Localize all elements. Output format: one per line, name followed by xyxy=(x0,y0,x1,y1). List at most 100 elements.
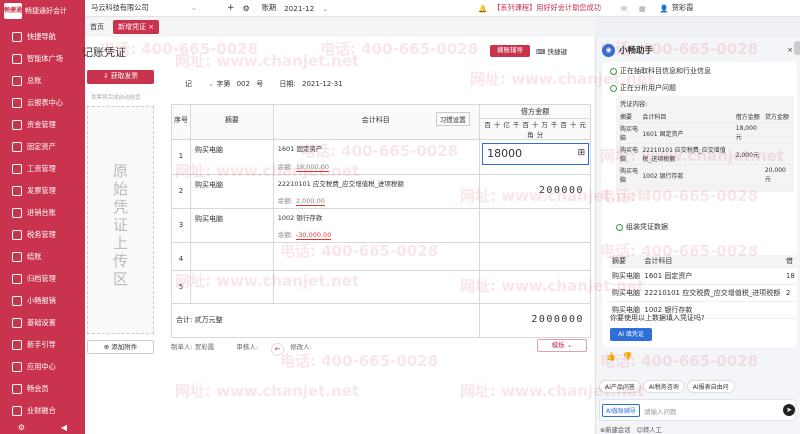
chip-button[interactable]: AI产品问答 xyxy=(599,380,641,393)
mini-cell xyxy=(762,122,792,144)
sidebar-item-12[interactable]: 小畅报销 xyxy=(0,290,85,312)
human-agent-label: 转人工 xyxy=(643,427,662,434)
thumbs-up-icon[interactable]: 👍 xyxy=(606,352,616,361)
sidebar-item-14[interactable]: 新手引导 xyxy=(0,334,85,356)
sidebar-item-11[interactable]: 归档管理 xyxy=(0,268,85,290)
voucher-number[interactable]: 002 xyxy=(237,80,250,88)
sidebar: 畅捷通 畅捷通好会计 快捷导航 智能体广场 总账 云报表中心 资金管理 固定资产 工资管理 发票… xyxy=(0,0,85,434)
user-name[interactable]: 贺彩霞 xyxy=(672,3,694,13)
promo-link[interactable]: 【系列课程】用好好会计助您成功 xyxy=(493,3,601,13)
mini-cell: 20,000元 xyxy=(762,164,792,186)
gear-icon[interactable]: ⚙ xyxy=(243,4,250,13)
fetch-invoice-button[interactable]: ⇩ 获取发票 xyxy=(87,70,154,84)
row-account[interactable]: 1601 固定资产 余额: 18,000.00 xyxy=(272,139,481,175)
debit-value: 200000 xyxy=(538,185,584,196)
upload-area[interactable]: 原始凭证上传区 xyxy=(87,106,154,334)
row-seq: 1 xyxy=(171,139,191,175)
collapse-icon[interactable]: ◀ xyxy=(61,423,67,432)
habit-settings-button[interactable]: 习惯设置 xyxy=(435,112,470,126)
chevron-down-icon[interactable]: ⌄ xyxy=(208,80,214,88)
add-icon[interactable]: + xyxy=(227,3,235,13)
chip-button[interactable]: AI报表自由问 xyxy=(686,380,735,393)
new-chat-button[interactable]: ⊕新建会话 xyxy=(600,427,630,434)
company-select[interactable]: 马云科技有限公司 ⌄ xyxy=(91,3,209,13)
row-summary[interactable]: 购买电脑 xyxy=(189,208,274,243)
chat-input[interactable]: 请输入问题 xyxy=(644,406,677,416)
close-icon[interactable]: × xyxy=(148,23,154,31)
row-account[interactable] xyxy=(272,270,481,304)
mini-cell: 18,000元 xyxy=(733,122,763,144)
row-summary[interactable]: 购买电脑 xyxy=(189,174,274,209)
row-debit[interactable] xyxy=(479,208,591,243)
template-button[interactable]: 模板 ⌄ xyxy=(537,339,587,352)
date-input[interactable]: 2021-12-31 xyxy=(302,80,343,88)
message-icon[interactable]: ✉ xyxy=(621,4,627,13)
settings-icon[interactable]: ⚙ xyxy=(18,423,25,432)
row-debit[interactable]: 200000 xyxy=(479,174,591,209)
result-col: 借 xyxy=(783,255,797,268)
mini-row: 购买电脑 22210101 应交税费_应交增值税_进项税额 2,000元 xyxy=(618,143,792,165)
mini-col: 借方金额 xyxy=(733,111,763,123)
shortcut-label: 快捷键 xyxy=(547,48,567,56)
sidebar-item-3[interactable]: 云报表中心 xyxy=(0,92,85,114)
row-summary[interactable]: 购买电脑 xyxy=(189,139,274,175)
period-label: 账期 xyxy=(261,3,277,12)
calculator-icon[interactable]: ⊞ xyxy=(578,148,586,158)
close-icon[interactable]: × xyxy=(787,46,793,54)
sidebar-item-8[interactable]: 进销台账 xyxy=(0,202,85,224)
report-icon xyxy=(12,98,22,108)
tab-new-voucher[interactable]: 新增凭证 × xyxy=(113,20,160,34)
chevron-down-icon[interactable]: ⌄ xyxy=(322,4,328,13)
add-attachment-button[interactable]: ⊕ 添加附件 xyxy=(87,340,154,354)
voucher-row: 2 购买电脑 22210101 应交税费_应交增值税_进项税额 余额: 2,000.00… xyxy=(171,174,591,209)
period-value[interactable]: 2021-12 xyxy=(284,4,314,13)
row-debit[interactable]: 18000 ⊞ xyxy=(479,139,591,175)
row-account[interactable] xyxy=(272,242,481,271)
chip-row: AI产品问答 AI税务咨询 AI报表自由问 xyxy=(599,380,799,393)
chevron-down-icon: ⌄ xyxy=(566,341,573,349)
download-icon: ⇩ xyxy=(102,72,109,80)
voucher-table: 序号 摘要 会计科目 习惯设置 借方金额 百十亿千百十万千百十元角分 1 购买电脑… xyxy=(170,104,591,338)
sidebar-item-7[interactable]: 发票管理 xyxy=(0,180,85,202)
fusion-icon xyxy=(12,406,22,416)
shortcut-button[interactable]: ⌨ 快捷键 xyxy=(536,46,567,56)
assist-button[interactable]: 摘账辅导 xyxy=(490,45,530,57)
scrollbar[interactable] xyxy=(794,41,800,55)
mode-tag[interactable]: AI做账辅导 xyxy=(602,404,640,417)
sidebar-item-17[interactable]: 业财融合 xyxy=(0,400,85,422)
human-agent-button[interactable]: ☺转人工 xyxy=(636,427,661,434)
bell-icon[interactable]: 🔔 xyxy=(478,4,487,13)
debit-input[interactable]: 18000 ⊞ xyxy=(482,143,590,165)
new-chat-label: 新建会话 xyxy=(605,427,631,434)
sidebar-item-9[interactable]: 税务管理 xyxy=(0,224,85,246)
avatar[interactable]: 👤 xyxy=(660,4,669,13)
row-summary[interactable] xyxy=(189,270,274,304)
voucher-row: 1 购买电脑 1601 固定资产 余额: 18,000.00 18000 ⊞ xyxy=(171,139,591,175)
sidebar-item-16[interactable]: 畅会员 xyxy=(0,378,85,400)
row-debit[interactable] xyxy=(479,270,591,304)
chip-button[interactable]: AI税务咨询 xyxy=(642,380,685,393)
sidebar-item-4[interactable]: 资金管理 xyxy=(0,114,85,136)
tab-home[interactable]: 首页 xyxy=(85,20,109,34)
row-summary[interactable] xyxy=(189,242,274,271)
row-account[interactable]: 22210101 应交税费_应交增值税_进项税额 余额: 2,000.00 xyxy=(272,174,481,209)
step-2-text: 正在分析用户问题 xyxy=(620,84,676,92)
step-1: 正在抽取科目信息和行业信息 xyxy=(610,66,711,76)
sidebar-item-13[interactable]: 基础设置 xyxy=(0,312,85,334)
send-icon[interactable]: ➤ xyxy=(783,404,795,416)
sidebar-item-0[interactable]: 快捷导航 xyxy=(0,26,85,48)
sidebar-item-2[interactable]: 总账 xyxy=(0,70,85,92)
digit-col: 分 xyxy=(536,131,544,139)
row-debit[interactable] xyxy=(479,242,591,271)
apps-icon[interactable]: ▦ xyxy=(639,4,646,13)
sidebar-item-5[interactable]: 固定资产 xyxy=(0,136,85,158)
row-account[interactable]: 1002 银行存款 余额: -30,000.00 xyxy=(272,208,481,243)
sidebar-item-6[interactable]: 工资管理 xyxy=(0,158,85,180)
tab-label: 新增凭证 xyxy=(118,23,146,31)
voucher-word-select[interactable]: 记 xyxy=(185,80,192,88)
fill-voucher-button[interactable]: AI 填凭证 xyxy=(610,328,652,341)
sidebar-item-10[interactable]: 结账 xyxy=(0,246,85,268)
sidebar-item-15[interactable]: 应用中心 xyxy=(0,356,85,378)
thumbs-down-icon[interactable]: 👎 xyxy=(623,352,633,361)
sidebar-item-1[interactable]: 智能体广场 xyxy=(0,48,85,70)
